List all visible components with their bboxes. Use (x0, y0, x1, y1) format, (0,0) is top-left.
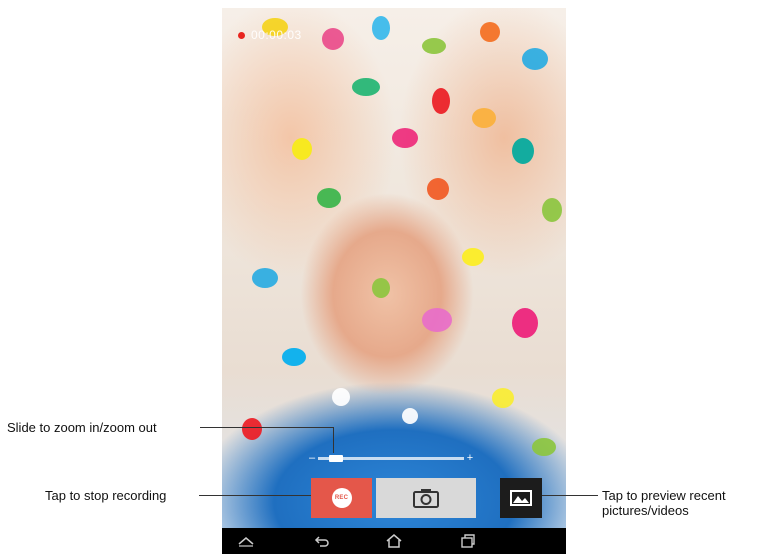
confetti (422, 38, 446, 54)
confetti (480, 22, 500, 42)
recent-apps-icon (461, 534, 475, 548)
confetti (402, 408, 418, 424)
take-photo-button[interactable] (376, 478, 476, 518)
zoom-in-label: + (466, 452, 474, 464)
zoom-callout-text: Slide to zoom in/zoom out (7, 420, 157, 435)
confetti (372, 16, 390, 40)
stop-recording-callout-line (199, 495, 311, 496)
nav-recent-button[interactable] (458, 532, 478, 550)
confetti (472, 108, 496, 128)
confetti (322, 28, 344, 50)
confetti (522, 48, 548, 70)
recording-dot (238, 31, 245, 39)
zoom-track[interactable] (318, 454, 464, 462)
gallery-preview-button[interactable] (500, 478, 542, 518)
confetti (422, 308, 452, 332)
gallery-icon (510, 490, 532, 506)
zoom-callout-line (200, 427, 334, 428)
system-nav-bar (222, 528, 566, 554)
confetti (392, 128, 418, 148)
phone-screen: 00:00:03 – + REC (222, 8, 566, 554)
confetti (317, 188, 341, 208)
confetti (282, 348, 306, 366)
preview-callout-line2: pictures/videos (602, 503, 689, 518)
recording-indicator: 00:00:03 (238, 28, 302, 42)
zoom-slider[interactable]: – + (308, 452, 474, 464)
nav-menu-button[interactable] (236, 532, 256, 550)
camera-viewfinder: 00:00:03 – + REC (222, 8, 566, 528)
confetti (542, 198, 562, 222)
recording-timer: 00:00:03 (251, 28, 302, 42)
zoom-callout-line-drop (333, 427, 334, 453)
confetti (252, 268, 278, 288)
confetti (432, 88, 450, 114)
confetti (372, 278, 390, 298)
rec-label: REC (334, 495, 349, 501)
confetti (352, 78, 380, 96)
confetti (332, 388, 350, 406)
nav-home-button[interactable] (384, 532, 404, 550)
confetti (427, 178, 449, 200)
rec-icon: REC (331, 488, 352, 508)
preview-callout-line (542, 495, 598, 496)
stop-recording-button[interactable]: REC (311, 478, 372, 518)
zoom-thumb[interactable] (328, 454, 343, 462)
zoom-out-label: – (308, 452, 316, 464)
confetti (492, 388, 514, 408)
confetti (512, 308, 538, 338)
confetti (242, 418, 262, 440)
home-icon (386, 534, 402, 548)
confetti (462, 248, 484, 266)
confetti (512, 138, 534, 164)
camera-icon (413, 489, 439, 508)
preview-callout-text: Tap to preview recent pictures/videos (602, 488, 726, 518)
preview-callout-line1: Tap to preview recent (602, 488, 726, 503)
confetti (532, 438, 556, 456)
chevron-up-icon (238, 537, 254, 547)
confetti (292, 138, 312, 160)
nav-back-button[interactable] (312, 532, 332, 550)
stop-recording-callout-text: Tap to stop recording (45, 488, 167, 503)
back-icon (314, 536, 329, 547)
